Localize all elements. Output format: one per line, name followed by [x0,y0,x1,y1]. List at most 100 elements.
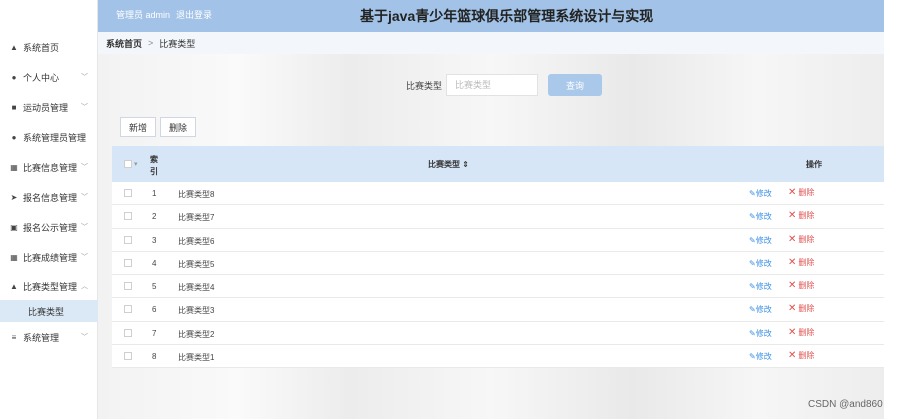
edit-button[interactable]: ✎修改 [749,188,772,199]
sidebar-subitem-match-type[interactable]: 比赛类型 [0,300,98,322]
delete-row-button[interactable]: ✕ 删除 [788,303,814,314]
close-icon: ✕ [788,233,797,245]
breadcrumb-separator: > [148,38,154,48]
app-root: ▲ 系统首页 ● 个人中心 ﹀ ■ 运动员管理 ﹀ ● 系统管理员管理 ▦ 比赛… [0,0,920,419]
row-checkbox[interactable] [124,212,132,221]
chevron-up-icon: ︿ [81,283,88,290]
row-checkbox[interactable] [124,328,132,337]
delete-row-button[interactable]: ✕ 删除 [788,234,814,245]
sidebar-item-home[interactable]: ▲ 系统首页 [0,32,98,62]
thumbs-up-icon: ▲ [10,281,18,291]
user-icon: ● [11,132,17,142]
row-match-type: 比赛类型2 [178,329,215,339]
top-header: 管理员 admin 退出登录 基于java青少年篮球俱乐部管理系统设计与实现 [98,0,884,32]
sidebar-item-signup-info[interactable]: ➤ 报名信息管理 ﹀ [0,182,98,212]
delete-row-button[interactable]: ✕ 删除 [788,187,814,198]
close-icon: ✕ [788,303,797,315]
row-match-type: 比赛类型5 [178,259,215,269]
close-icon: ✕ [788,187,797,198]
delete-label: 删除 [798,281,815,290]
delete-row-button[interactable]: ✕ 删除 [788,210,814,221]
column-operations: 操作 [806,160,822,169]
delete-button[interactable]: 删除 [160,117,196,137]
sidebar-item-match-results[interactable]: ▦ 比赛成绩管理 ﹀ [0,242,98,272]
row-index: 5 [152,282,157,291]
sidebar-item-label: 比赛成绩管理 [23,252,78,263]
row-index: 3 [152,235,157,245]
edit-button[interactable]: ✎修改 [749,304,772,315]
admin-label: 管理员 admin [116,10,171,20]
sidebar-item-system[interactable]: ≡ 系统管理 ﹀ [0,322,98,352]
sidebar-item-signup-notice[interactable]: ▣ 报名公示管理 ﹀ [0,212,98,242]
chevron-down-icon: ﹀ [81,164,88,171]
chevron-down-icon: ﹀ [81,194,88,201]
logout-link[interactable]: 退出登录 [176,8,212,21]
chevron-down-icon: ﹀ [81,104,88,111]
user-icon: ● [11,72,17,82]
clipboard-icon: ▣ [10,222,18,232]
row-checkbox[interactable] [124,235,132,244]
row-checkbox[interactable] [124,189,132,197]
edit-button[interactable]: ✎修改 [749,211,772,222]
dropdown-dot-icon: ▾ [134,161,138,168]
table-row: 8 比赛类型1 ✎修改 ✕ 删除 [112,344,884,368]
add-button[interactable]: 新增 [120,117,156,137]
table-row: 4 比赛类型5 ✎修改 ✕ 删除 [112,251,884,275]
chevron-down-icon: ﹀ [81,334,88,341]
table-header: ▾ 索 引 比赛类型 ⇕ 操作 [112,146,884,182]
sidebar-item-match-info[interactable]: ▦ 比赛信息管理 ﹀ [0,152,98,182]
sidebar-item-label: 比赛类型管理 [23,281,78,292]
row-checkbox[interactable] [124,305,132,314]
pencil-icon: ✎ [749,235,756,245]
briefcase-icon: ■ [11,102,17,112]
edit-button[interactable]: ✎修改 [749,351,772,362]
sidebar-item-label: 比赛信息管理 [23,162,78,173]
delete-label: 删除 [798,234,815,244]
row-match-type: 比赛类型6 [178,236,215,246]
delete-label: 删除 [798,188,815,197]
chevron-down-icon: ﹀ [81,224,88,231]
edit-button[interactable]: ✎修改 [749,258,772,269]
sidebar-item-label: 系统管理员管理 [23,132,87,143]
table-row: 7 比赛类型2 ✎修改 ✕ 删除 [112,321,884,345]
edit-button[interactable]: ✎修改 [749,328,772,339]
column-index-line2: 引 [150,167,158,176]
row-index: 4 [152,258,157,268]
page-title: 基于java青少年篮球俱乐部管理系统设计与实现 [360,8,654,24]
edit-button[interactable]: ✎修改 [749,235,772,246]
delete-row-button[interactable]: ✕ 删除 [788,280,814,291]
grid-icon: ▦ [10,252,18,262]
search-input[interactable] [446,74,538,96]
sidebar: ▲ 系统首页 ● 个人中心 ﹀ ■ 运动员管理 ﹀ ● 系统管理员管理 ▦ 比赛… [0,0,98,419]
sidebar-item-match-types[interactable]: ▲ 比赛类型管理 ︿ [0,271,98,301]
edit-label: 修改 [755,189,772,198]
row-checkbox[interactable] [124,351,132,360]
search-button[interactable]: 查询 [548,74,602,96]
sidebar-item-label: 报名信息管理 [23,192,78,203]
delete-row-button[interactable]: ✕ 删除 [788,350,814,361]
edit-button[interactable]: ✎修改 [749,281,772,292]
table-row: 6 比赛类型3 ✎修改 ✕ 删除 [112,298,884,322]
sidebar-item-personal-center[interactable]: ● 个人中心 ﹀ [0,62,98,92]
row-checkbox[interactable] [124,258,132,267]
row-index: 8 [152,351,157,361]
sidebar-item-athletes[interactable]: ■ 运动员管理 ﹀ [0,92,98,122]
delete-row-button[interactable]: ✕ 删除 [788,257,814,268]
sidebar-subitem-label: 比赛类型 [28,306,65,317]
grid-icon: ▦ [10,162,18,172]
select-all-checkbox[interactable] [124,160,132,168]
row-index: 2 [152,212,157,222]
row-index: 1 [152,189,157,198]
edit-label: 修改 [755,235,772,245]
chevron-down-icon: ﹀ [81,254,88,261]
sidebar-item-admins[interactable]: ● 系统管理员管理 [0,122,98,152]
column-match-type[interactable]: 比赛类型 ⇕ [428,159,469,170]
close-icon: ✕ [788,210,797,222]
breadcrumb-home[interactable]: 系统首页 [106,37,142,50]
row-checkbox[interactable] [124,282,132,290]
match-type-table: ▾ 索 引 比赛类型 ⇕ 操作 1 比赛类型8 ✎修改 ✕ 删除 2 比赛类型7 … [112,146,884,368]
row-match-type: 比赛类型3 [178,306,215,316]
delete-row-button[interactable]: ✕ 删除 [788,327,814,338]
close-icon: ✕ [788,280,797,291]
edit-label: 修改 [755,258,772,268]
